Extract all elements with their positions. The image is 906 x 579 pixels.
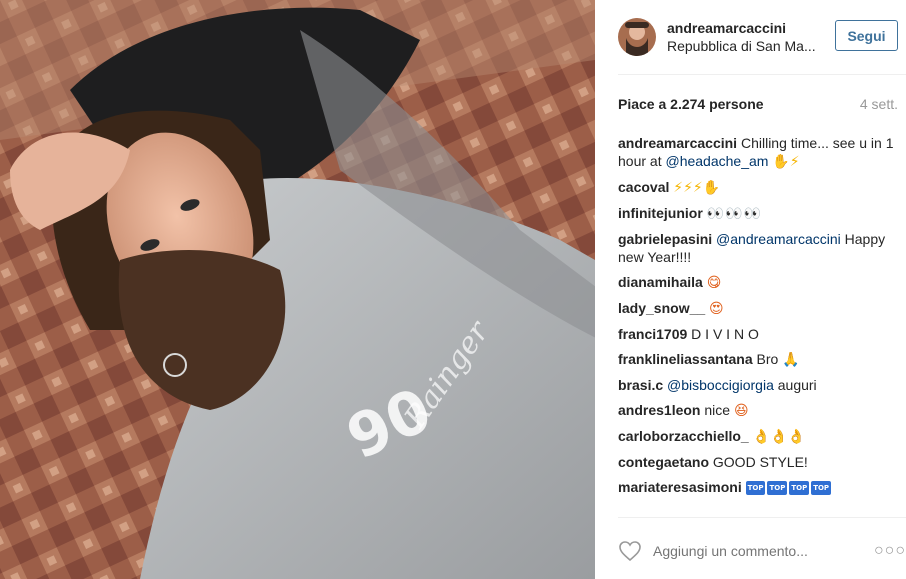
instagram-post: 90 Rainger andreamarcaccini Repubblica d… bbox=[0, 0, 906, 579]
comment-item: infinitejunior 👀👀👀 bbox=[618, 204, 898, 223]
post-header: andreamarcaccini Repubblica di San Ma...… bbox=[618, 14, 906, 60]
top-emoji: TOP bbox=[789, 481, 810, 495]
heart-icon[interactable] bbox=[618, 539, 642, 563]
comment-emoji: 😋 bbox=[706, 275, 722, 291]
comment-user[interactable]: infinitejunior bbox=[618, 205, 703, 221]
comment-text: auguri bbox=[773, 377, 817, 393]
top-emoji: TOP bbox=[811, 481, 832, 495]
comment-emoji: 😍 bbox=[709, 301, 724, 317]
likes-count[interactable]: Piace a 2.274 persone bbox=[618, 96, 764, 112]
comment-mention[interactable]: @headache_am bbox=[665, 153, 768, 169]
comment-item: carloborzacchiello_ 👌👌👌 bbox=[618, 427, 898, 446]
comment-item: dianamihaila 😋 bbox=[618, 273, 898, 292]
comment-item: lady_snow__ 😍 bbox=[618, 299, 898, 318]
footer-divider bbox=[618, 517, 906, 518]
comment-item: franci1709 D I V I N O bbox=[618, 325, 898, 343]
comment-list: andreamarcaccini Chilling time... see u … bbox=[618, 134, 898, 504]
comment-item: franklineliassantana Bro 🙏 bbox=[618, 350, 898, 369]
comment-emoji: 👀👀👀 bbox=[706, 206, 762, 222]
comment-user[interactable]: franklineliassantana bbox=[618, 351, 753, 367]
post-image: 90 Rainger bbox=[0, 0, 595, 579]
post-age[interactable]: 4 sett. bbox=[860, 96, 898, 112]
comment-item: brasi.c @bisboccigiorgia auguri bbox=[618, 376, 898, 394]
header-divider bbox=[618, 74, 906, 75]
post-photo: 90 Rainger bbox=[0, 0, 595, 579]
comment-user[interactable]: andreamarcaccini bbox=[618, 135, 737, 151]
comment-text: Bro bbox=[756, 351, 779, 367]
comment-bar: ○○○ bbox=[618, 537, 905, 565]
comment-text: GOOD STYLE! bbox=[712, 454, 808, 470]
comment-text: nice bbox=[704, 402, 731, 418]
add-comment-input[interactable] bbox=[653, 543, 874, 559]
comment-item: contegaetano GOOD STYLE! bbox=[618, 453, 898, 471]
stats-row: Piace a 2.274 persone 4 sett. bbox=[618, 96, 898, 112]
comment-emoji: ✋⚡ bbox=[772, 154, 800, 170]
ellipsis-icon[interactable]: ○○○ bbox=[874, 542, 905, 560]
top-emoji: TOP bbox=[767, 481, 788, 495]
comment-mention[interactable]: @andreamarcaccini bbox=[716, 231, 841, 247]
location[interactable]: Repubblica di San Ma... bbox=[667, 37, 816, 55]
comment-user[interactable]: andres1leon bbox=[618, 402, 700, 418]
comment-user[interactable]: contegaetano bbox=[618, 454, 709, 470]
comment-user[interactable]: cacoval bbox=[618, 179, 669, 195]
comment-item: andreamarcaccini Chilling time... see u … bbox=[618, 134, 898, 171]
comment-item: cacoval ⚡⚡⚡✋ bbox=[618, 178, 898, 197]
comment-item: mariateresasimoni TOP TOP TOP TOP bbox=[618, 478, 898, 497]
comment-user[interactable]: brasi.c bbox=[618, 377, 663, 393]
avatar[interactable] bbox=[618, 18, 656, 56]
comment-item: gabrielepasini @andreamarcaccini Happy n… bbox=[618, 230, 898, 266]
comment-emoji: 👌👌👌 bbox=[752, 429, 805, 445]
comment-user[interactable]: mariateresasimoni bbox=[618, 479, 742, 495]
comment-emoji: 😆 bbox=[733, 403, 749, 419]
comment-text: D I V I N O bbox=[691, 326, 759, 342]
comment-emoji: ⚡⚡⚡✋ bbox=[673, 180, 721, 196]
comment-item: andres1leon nice 😆 bbox=[618, 401, 898, 420]
comment-emoji: 🙏 bbox=[782, 352, 800, 368]
comment-user[interactable]: carloborzacchiello_ bbox=[618, 428, 749, 444]
comment-user[interactable]: franci1709 bbox=[618, 326, 687, 342]
comment-user[interactable]: lady_snow__ bbox=[618, 300, 705, 316]
comment-user[interactable]: gabrielepasini bbox=[618, 231, 712, 247]
comment-user[interactable]: dianamihaila bbox=[618, 274, 703, 290]
comment-mention[interactable]: @bisboccigiorgia bbox=[667, 377, 774, 393]
post-side-panel: andreamarcaccini Repubblica di San Ma...… bbox=[595, 0, 906, 579]
username[interactable]: andreamarcaccini bbox=[667, 19, 816, 37]
user-block: andreamarcaccini Repubblica di San Ma... bbox=[667, 19, 816, 55]
top-emoji: TOP bbox=[745, 481, 766, 495]
follow-button[interactable]: Segui bbox=[835, 20, 898, 51]
